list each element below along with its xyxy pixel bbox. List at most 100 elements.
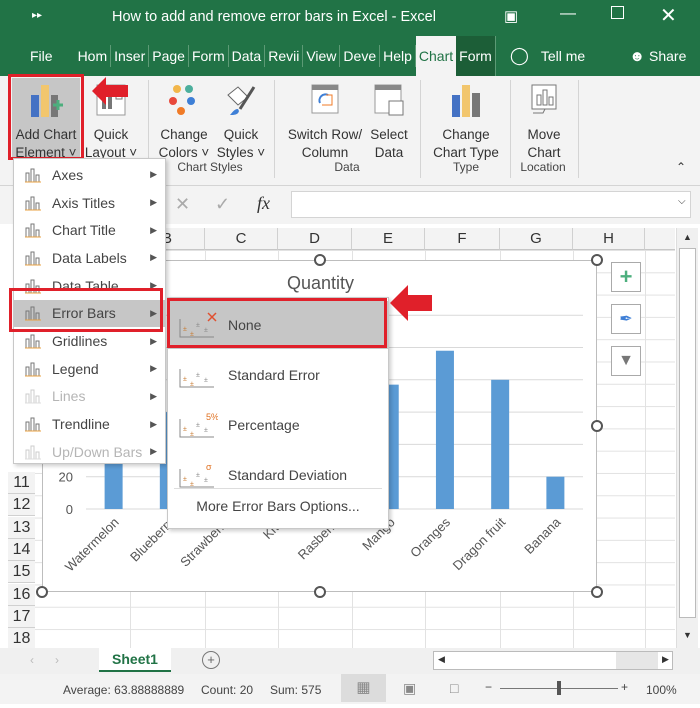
scroll-thumb[interactable] bbox=[679, 248, 696, 618]
resize-handle[interactable] bbox=[36, 586, 48, 598]
sheet-tab-sheet1[interactable]: Sheet1 bbox=[99, 648, 171, 672]
tab-developer[interactable]: Deve bbox=[340, 45, 381, 67]
column-header-c[interactable]: C bbox=[205, 228, 278, 250]
normal-view-button[interactable]: ▦ bbox=[341, 674, 386, 702]
minimize-button[interactable]: — bbox=[560, 5, 576, 23]
insert-function-icon[interactable]: fx bbox=[257, 193, 270, 214]
tab-file[interactable]: File bbox=[27, 45, 75, 67]
horizontal-scrollbar[interactable]: ◀ ▶ bbox=[433, 651, 673, 670]
bar-banana[interactable] bbox=[546, 476, 565, 509]
chart-filters-button[interactable]: ▼ bbox=[611, 346, 641, 376]
formula-input[interactable] bbox=[291, 191, 691, 218]
x-tick-label: Banana bbox=[521, 514, 564, 557]
svg-text:5%: 5% bbox=[206, 412, 218, 422]
enter-icon[interactable]: ✓ bbox=[215, 194, 230, 215]
chart-elements-button[interactable]: + bbox=[611, 262, 641, 292]
tab-formulas[interactable]: Form bbox=[189, 45, 229, 67]
menu-item-up-down-bars: Up/Down Bars ▶ bbox=[14, 438, 165, 466]
resize-handle[interactable] bbox=[314, 586, 326, 598]
svg-text:±: ± bbox=[183, 376, 187, 383]
menu-item-label: Axes bbox=[52, 166, 84, 183]
resize-handle[interactable] bbox=[591, 586, 603, 598]
menu-item-chart-title[interactable]: Chart Title ▶ bbox=[14, 216, 165, 244]
zoom-out-button[interactable]: − bbox=[485, 680, 492, 694]
vertical-scrollbar[interactable]: ▲ ▼ bbox=[676, 228, 698, 648]
maximize-button[interactable] bbox=[611, 6, 624, 19]
change-chart-type-icon bbox=[428, 78, 504, 122]
column-header-d[interactable]: D bbox=[278, 228, 352, 250]
submenu-item-standard-error[interactable]: ± ± ± ± Standard Error bbox=[168, 351, 388, 399]
quick-access-icon[interactable]: ▸▸ bbox=[32, 10, 42, 21]
move-chart-button[interactable]: Move Chart bbox=[516, 78, 572, 162]
bar-dragon-fruit[interactable] bbox=[491, 379, 510, 509]
row-header[interactable]: 12 bbox=[8, 494, 35, 516]
row-header[interactable]: 17 bbox=[8, 606, 35, 628]
column-header-h[interactable]: H bbox=[573, 228, 645, 250]
submenu-item-standard-deviation[interactable]: σ ± ± ± ± Standard Deviation bbox=[168, 451, 388, 499]
chart-styles-button[interactable]: ✒ bbox=[611, 304, 641, 334]
scroll-right-icon[interactable]: ▶ bbox=[662, 654, 669, 665]
scroll-up-icon[interactable]: ▲ bbox=[683, 232, 692, 242]
submenu-item-percentage[interactable]: 5% ± ± ± ± Percentage bbox=[168, 401, 388, 449]
switch-row-column-button[interactable]: Switch Row/ Column bbox=[284, 78, 366, 162]
scroll-track[interactable] bbox=[616, 652, 658, 669]
close-button[interactable]: ✕ bbox=[660, 3, 677, 28]
menu-item-legend[interactable]: Legend ▶ bbox=[14, 355, 165, 383]
menu-item-label: Lines bbox=[52, 388, 86, 405]
menu-item-axes[interactable]: Axes ▶ bbox=[14, 161, 165, 189]
tab-help[interactable]: Help bbox=[380, 45, 416, 67]
page-layout-view-button[interactable]: ▣ bbox=[403, 680, 416, 697]
ribbon-display-icon[interactable]: ▣ bbox=[504, 7, 518, 25]
tab-page-layout[interactable]: Page bbox=[149, 45, 189, 67]
more-error-bars-options[interactable]: More Error Bars Options... bbox=[168, 498, 388, 514]
column-header-f[interactable]: F bbox=[425, 228, 500, 250]
tell-me-search[interactable]: Tell me bbox=[541, 48, 585, 64]
row-header[interactable]: 11 bbox=[8, 472, 35, 494]
change-colors-button[interactable]: Change Colors ˅ bbox=[154, 78, 214, 162]
menu-item-label: Legend bbox=[52, 360, 99, 377]
row-header[interactable]: 13 bbox=[8, 517, 35, 539]
menu-item-trendline[interactable]: Trendline ▶ bbox=[14, 410, 165, 438]
resize-handle[interactable] bbox=[591, 254, 603, 266]
tab-insert[interactable]: Inser bbox=[111, 45, 150, 67]
zoom-level[interactable]: 100% bbox=[646, 683, 677, 697]
menu-item-axis-titles[interactable]: Axis Titles ▶ bbox=[14, 189, 165, 217]
page-break-view-button[interactable]: □ bbox=[450, 680, 458, 696]
divider bbox=[510, 80, 511, 178]
row-header[interactable]: 15 bbox=[8, 561, 35, 583]
tab-chart-format[interactable]: Form bbox=[456, 36, 496, 76]
tab-view[interactable]: View bbox=[303, 45, 341, 67]
expand-formula-icon[interactable]: ⌵ bbox=[678, 196, 686, 207]
row-header[interactable]: 18 bbox=[8, 628, 35, 650]
select-data-button[interactable]: Select Data bbox=[366, 78, 412, 162]
zoom-in-button[interactable]: + bbox=[621, 680, 628, 694]
tab-data[interactable]: Data bbox=[229, 45, 266, 67]
collapse-ribbon-icon[interactable]: ⌃ bbox=[676, 160, 686, 174]
tab-review[interactable]: Reviі bbox=[265, 45, 304, 67]
scroll-left-icon[interactable]: ◀ bbox=[438, 654, 445, 665]
chart-element-icon bbox=[14, 388, 52, 404]
tab-home[interactable]: Hom bbox=[75, 45, 112, 67]
red-arrow-icon bbox=[92, 77, 128, 105]
quick-styles-button[interactable]: Quick Styles ˅ bbox=[214, 78, 268, 162]
cancel-icon[interactable]: ✕ bbox=[175, 194, 190, 215]
next-sheet-icon[interactable]: › bbox=[55, 653, 59, 667]
change-chart-type-button[interactable]: Change Chart Type bbox=[428, 78, 504, 162]
row-header[interactable]: 14 bbox=[8, 539, 35, 561]
new-sheet-button[interactable]: + bbox=[202, 651, 220, 669]
submenu-arrow-icon: ▶ bbox=[150, 418, 157, 429]
row-header[interactable]: 16 bbox=[8, 584, 35, 606]
scroll-down-icon[interactable]: ▼ bbox=[683, 630, 692, 640]
prev-sheet-icon[interactable]: ‹ bbox=[30, 653, 34, 667]
resize-handle[interactable] bbox=[591, 420, 603, 432]
zoom-slider-thumb[interactable] bbox=[557, 681, 561, 695]
column-header-g[interactable]: G bbox=[500, 228, 573, 250]
highlight-add-chart-element bbox=[8, 74, 84, 160]
column-header-e[interactable]: E bbox=[352, 228, 425, 250]
palette-icon bbox=[154, 78, 214, 122]
tab-chart-design[interactable]: Chart bbox=[415, 36, 457, 76]
resize-handle[interactable] bbox=[314, 254, 326, 266]
share-button[interactable]: Share bbox=[649, 48, 686, 64]
bar-oranges[interactable] bbox=[435, 350, 454, 509]
menu-item-data-labels[interactable]: Data Labels ▶ bbox=[14, 244, 165, 272]
